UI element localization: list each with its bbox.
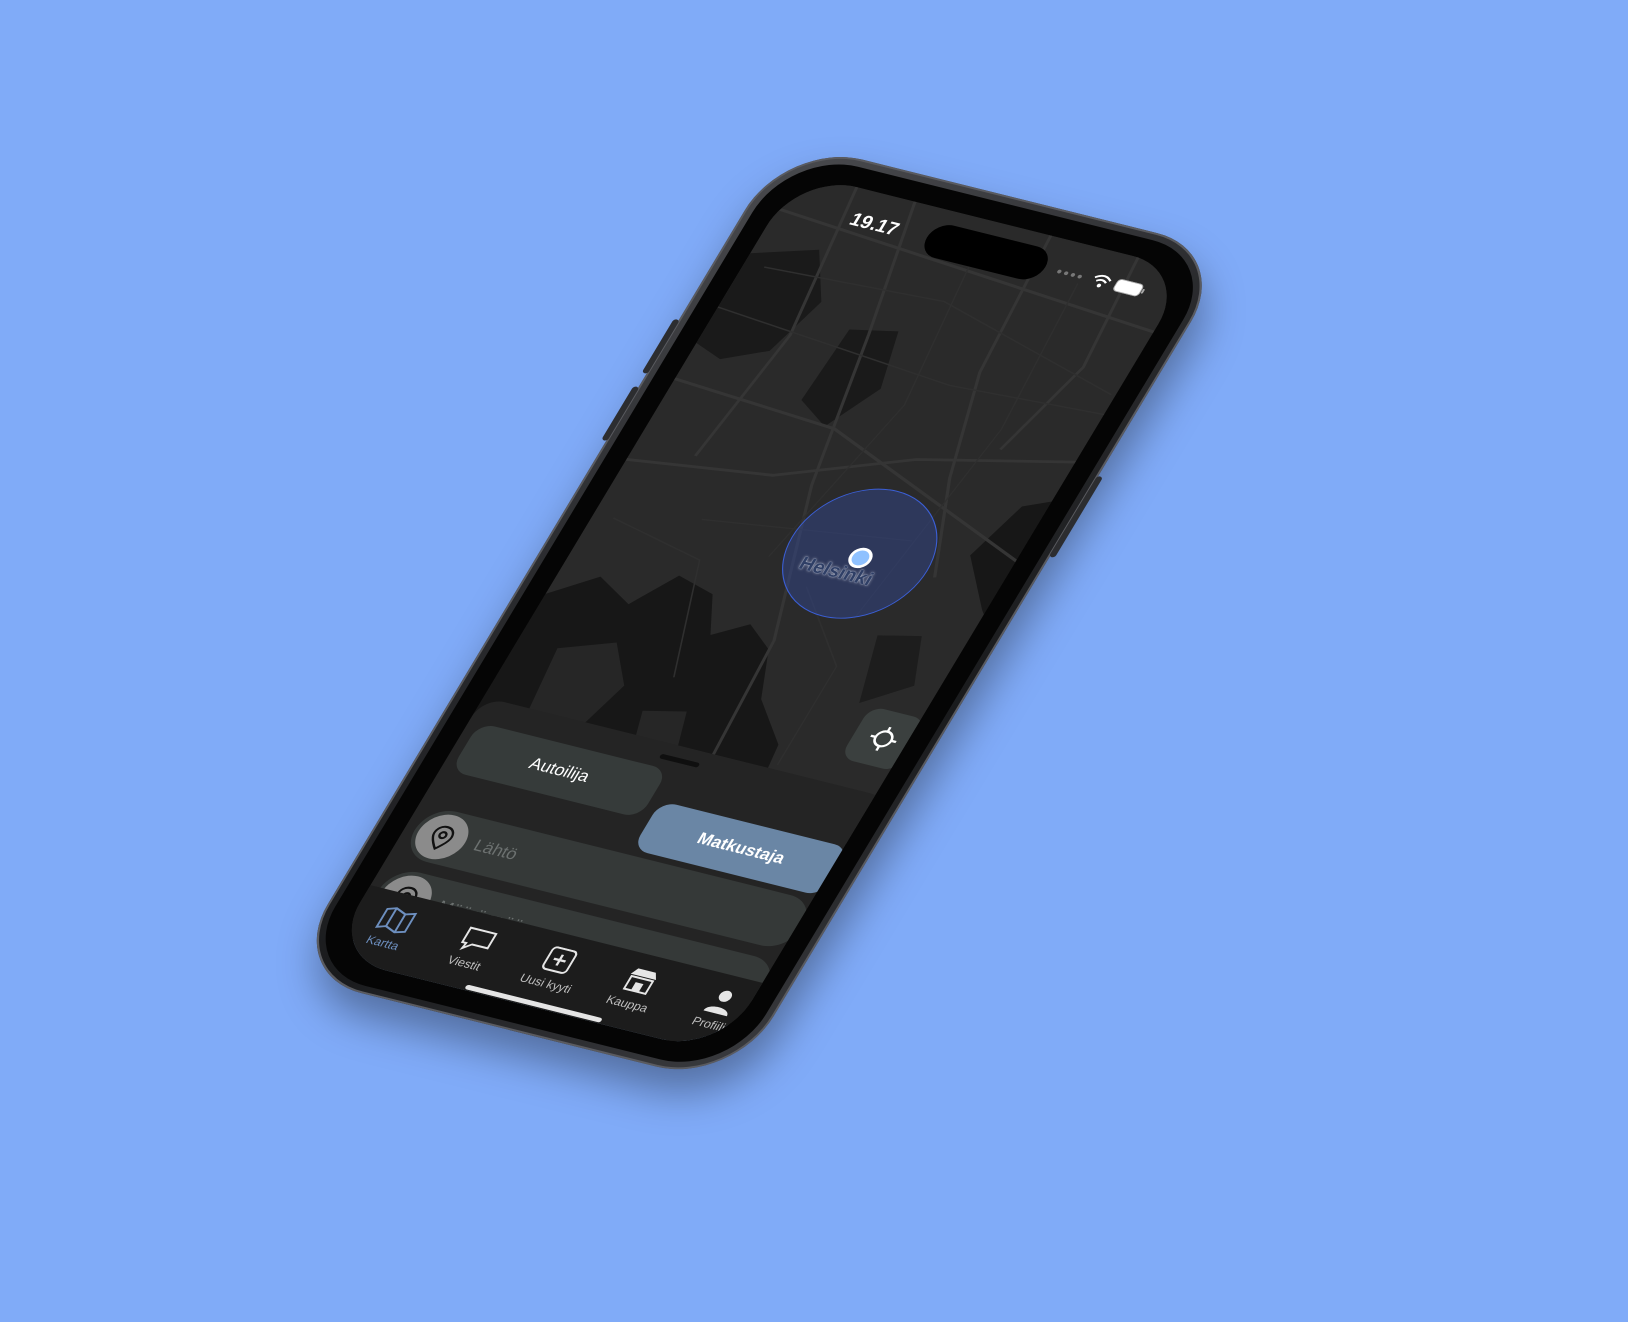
app-screen: Helsinki 19.17 Autoilija Matkustaja Läht… <box>327 172 1191 1054</box>
mockup-stage: Helsinki 19.17 Autoilija Matkustaja Läht… <box>0 0 1628 1322</box>
phone-bezel: Helsinki 19.17 Autoilija Matkustaja Läht… <box>297 149 1221 1077</box>
sheet-grabber[interactable] <box>658 753 701 768</box>
cellular-signal-icon <box>1057 269 1082 279</box>
role-option-label: Autoilija <box>525 754 594 786</box>
person-icon <box>703 990 733 1017</box>
role-option-label: Matkustaja <box>693 829 790 868</box>
plus-square-icon <box>542 946 578 974</box>
start-location-placeholder: Lähtö <box>469 836 522 864</box>
location-pin-icon <box>431 825 455 850</box>
chat-bubble-icon <box>459 926 498 951</box>
store-icon <box>622 968 656 996</box>
phone-mockup: Helsinki 19.17 Autoilija Matkustaja Läht… <box>285 140 1233 1086</box>
phone-frame: Helsinki 19.17 Autoilija Matkustaja Läht… <box>285 140 1233 1086</box>
recenter-location-icon <box>870 726 897 751</box>
start-pin-button[interactable] <box>405 809 479 865</box>
map-icon <box>374 907 418 934</box>
role-option-driver[interactable]: Autoilija <box>450 722 669 819</box>
